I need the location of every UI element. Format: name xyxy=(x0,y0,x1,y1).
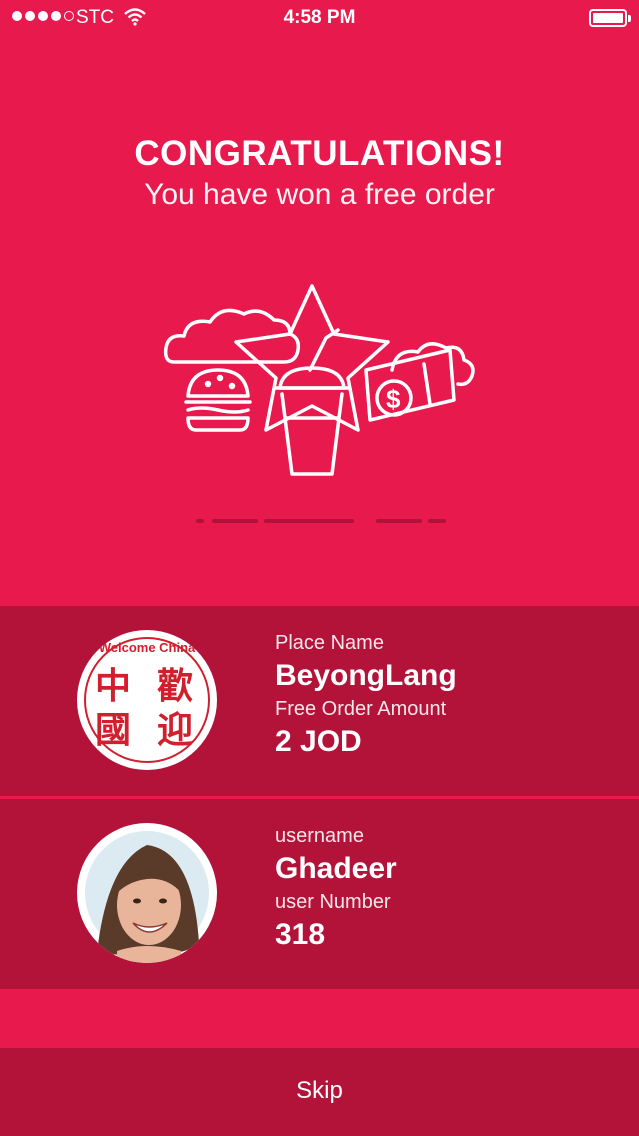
place-logo-char: 國 xyxy=(95,710,131,751)
place-logo-text: Welcome China xyxy=(99,640,196,655)
place-name-value: BeyongLang xyxy=(275,659,457,692)
place-name-label: Place Name xyxy=(275,632,384,654)
user-card: username Ghadeer user Number 318 xyxy=(0,799,639,989)
page-title: CONGRATULATIONS! xyxy=(134,134,505,173)
place-info: Place Name BeyongLang Free Order Amount … xyxy=(275,630,457,762)
free-order-amount-value: 2 JOD xyxy=(275,725,362,758)
free-order-amount-label: Free Order Amount xyxy=(275,698,447,720)
skip-button[interactable]: Skip xyxy=(0,1077,639,1105)
reward-illustration-icon: $ xyxy=(163,284,475,476)
username-value: Ghadeer xyxy=(275,852,397,885)
place-card: Welcome China 中 歡 國 迎 Place Name BeyongL… xyxy=(0,606,639,796)
username-label: username xyxy=(275,825,364,847)
place-logo-char: 歡 xyxy=(157,666,193,707)
battery-icon xyxy=(589,9,631,27)
place-logo-char: 中 xyxy=(95,666,131,707)
place-logo: Welcome China 中 歡 國 迎 xyxy=(77,630,217,770)
user-number-value: 318 xyxy=(275,918,326,951)
page-subtitle: You have won a free order xyxy=(144,178,495,211)
status-time: 4:58 PM xyxy=(283,7,356,28)
status-bar: STC 4:58 PM xyxy=(0,0,639,36)
user-number-label: user Number xyxy=(275,891,391,913)
user-avatar xyxy=(77,823,217,963)
bottom-bar: Skip xyxy=(0,1048,639,1136)
page-indicator xyxy=(196,519,456,527)
svg-text:$: $ xyxy=(386,384,401,414)
user-info: username Ghadeer user Number 318 xyxy=(275,823,397,955)
place-logo-char: 迎 xyxy=(157,710,193,751)
